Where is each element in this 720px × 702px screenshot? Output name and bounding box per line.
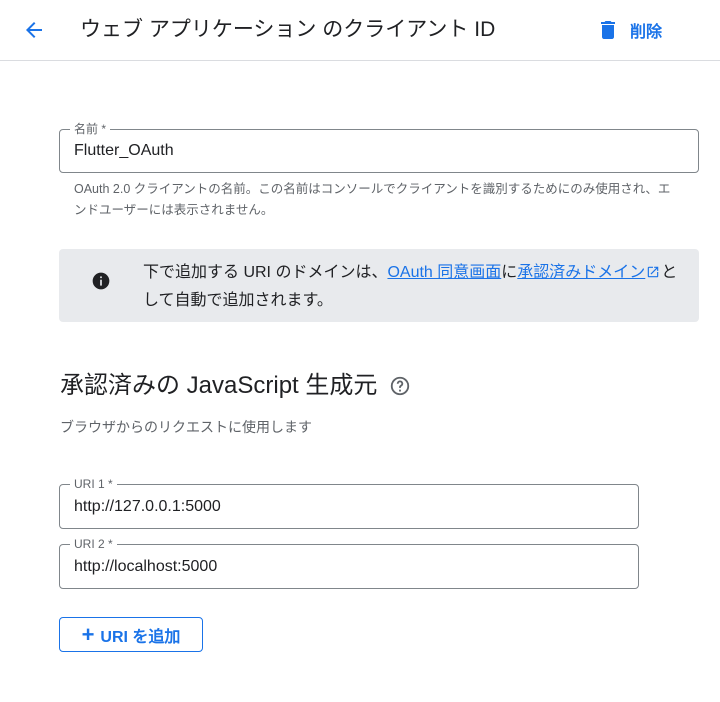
top-bar: ウェブ アプリケーション のクライアント ID 削除 bbox=[0, 0, 720, 61]
name-hint: OAuth 2.0 クライアントの名前。この名前はコンソールでクライアントを識別… bbox=[74, 182, 671, 217]
add-uri-button[interactable]: + URI を追加 bbox=[59, 617, 203, 652]
name-field[interactable]: 名前 * bbox=[59, 122, 699, 173]
delete-button[interactable]: 削除 bbox=[596, 14, 662, 46]
notice-text: 下で追加する URI のドメインは、OAuth 同意画面に承認済みドメイン として… bbox=[143, 260, 683, 314]
open-in-new-icon[interactable] bbox=[646, 262, 660, 288]
js-origins-title: 承認済みの JavaScript 生成元 bbox=[60, 372, 378, 399]
js-origins-subtitle: ブラウザからのリクエストに使用します bbox=[60, 419, 312, 435]
uri-field-1[interactable]: URI 1 * bbox=[59, 477, 639, 529]
name-input[interactable] bbox=[74, 130, 684, 172]
domain-notice: 下で追加する URI のドメインは、OAuth 同意画面に承認済みドメイン として… bbox=[59, 249, 699, 322]
back-button[interactable] bbox=[16, 12, 52, 48]
uri-input-2[interactable] bbox=[74, 545, 624, 588]
plus-icon: + bbox=[81, 621, 95, 647]
oauth-consent-link[interactable]: OAuth 同意画面 bbox=[387, 264, 501, 281]
info-icon bbox=[91, 271, 111, 296]
uri-input-1[interactable] bbox=[74, 485, 624, 528]
trash-icon bbox=[596, 18, 620, 42]
delete-label: 削除 bbox=[630, 24, 663, 41]
js-origins-heading: 承認済みの JavaScript 生成元 bbox=[60, 370, 411, 402]
page-title: ウェブ アプリケーション のクライアント ID bbox=[80, 18, 496, 41]
help-icon[interactable] bbox=[389, 375, 411, 397]
add-uri-label: URI を追加 bbox=[100, 628, 181, 646]
notice-text-before: 下で追加する URI のドメインは、 bbox=[143, 264, 388, 281]
authorized-domains-link[interactable]: 承認済みドメイン bbox=[517, 264, 645, 281]
arrow-back-icon bbox=[22, 18, 46, 42]
uri-field-2[interactable]: URI 2 * bbox=[59, 537, 639, 589]
notice-text-middle: に bbox=[501, 264, 518, 281]
